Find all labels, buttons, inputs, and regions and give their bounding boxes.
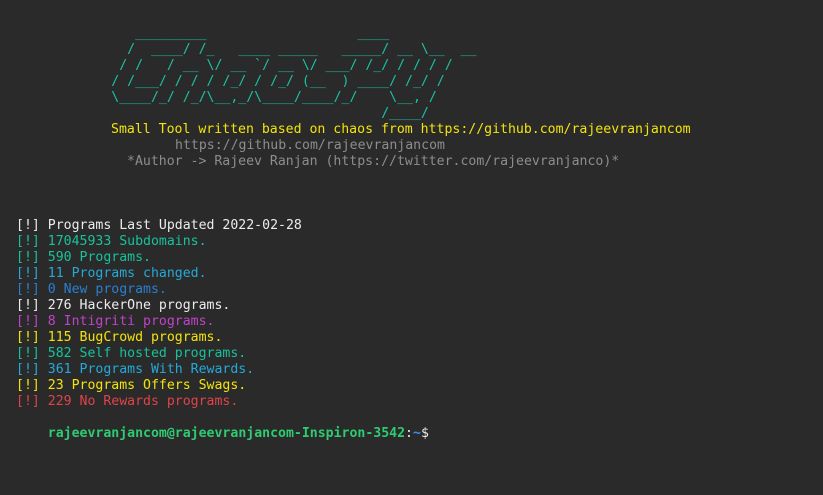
output-line: [!] 17045933 Subdomains. <box>16 234 207 249</box>
output-line: [!] 590 Programs. <box>16 250 151 265</box>
banner-subtitle: Small Tool written based on chaos from h… <box>111 122 691 137</box>
output-line: [!] 361 Programs With Rewards. <box>16 362 255 377</box>
prompt-separator: : <box>405 426 413 441</box>
output-line: [!] 23 Programs Offers Swags. <box>16 378 247 393</box>
banner-url: https://github.com/rajeevranjancom <box>175 138 445 153</box>
output-line: [!] 276 HackerOne programs. <box>16 298 231 313</box>
output-line: [!] 115 BugCrowd programs. <box>16 330 223 345</box>
prompt-user-host: rajeevranjancom@rajeevranjancom-Inspiron… <box>47 426 406 441</box>
output-line: [!] 582 Self hosted programs. <box>16 346 247 361</box>
shell-prompt[interactable]: rajeevranjancom@rajeevranjancom-Inspiron… <box>16 410 430 458</box>
banner-author: *Author -> Rajeev Ranjan (https://twitte… <box>127 154 620 169</box>
output-line: [!] 0 New programs. <box>16 282 167 297</box>
output-line: [!] Programs Last Updated 2022-02-28 <box>16 218 302 233</box>
output-line: [!] 229 No Rewards programs. <box>16 394 239 409</box>
prompt-symbol: $ <box>420 426 429 441</box>
terminal-window[interactable]: _________ ____ / ____/ /_ ____ _____ ___… <box>0 0 823 495</box>
output-line: [!] 8 Intigriti programs. <box>16 314 215 329</box>
output-line: [!] 11 Programs changed. <box>16 266 207 281</box>
ascii-banner: _________ ____ / ____/ /_ ____ _____ ___… <box>111 26 477 121</box>
prompt-path: ~ <box>413 426 421 441</box>
